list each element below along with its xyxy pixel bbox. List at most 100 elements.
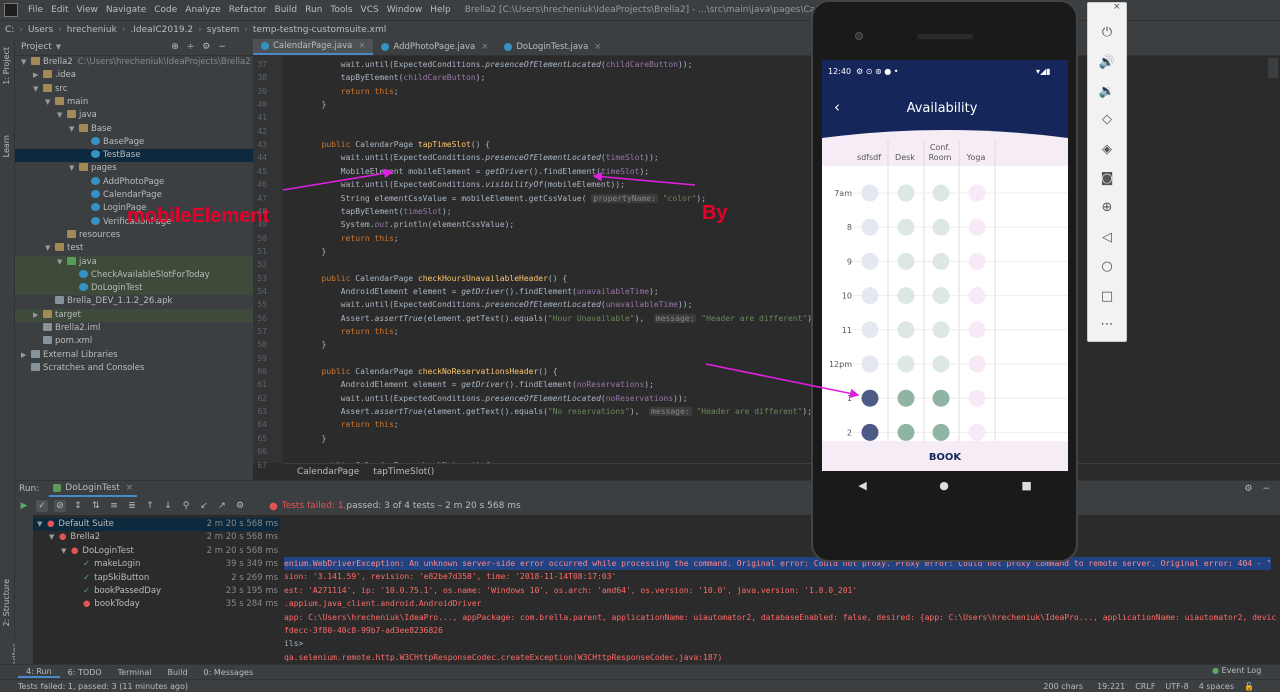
camera-icon[interactable]: ◙ <box>1097 169 1117 189</box>
nav-home-icon[interactable]: ● <box>939 479 949 492</box>
time-slot[interactable] <box>897 218 915 236</box>
project-tree-item[interactable]: AddPhotoPage <box>15 176 253 189</box>
time-slot[interactable] <box>932 355 950 373</box>
tree-expand-icon[interactable]: ▶ <box>33 309 43 322</box>
power-icon[interactable]: ⏻ <box>1097 23 1117 43</box>
editor-tab[interactable]: CalendarPage.java × <box>253 39 374 55</box>
project-tree-item[interactable]: TestBase <box>15 149 253 163</box>
project-view-selector[interactable]: Project <box>21 42 52 52</box>
tool-tab-learn[interactable]: Learn <box>2 135 11 157</box>
volume-down-icon[interactable]: 🔉 <box>1097 82 1117 102</box>
time-slot[interactable] <box>968 184 986 202</box>
locate-icon[interactable]: ⊕ <box>171 42 179 52</box>
rotate-left-icon[interactable]: ◇ <box>1097 110 1117 130</box>
home-icon[interactable]: ○ <box>1097 257 1117 277</box>
time-slot[interactable] <box>861 184 879 202</box>
time-slot[interactable] <box>932 184 950 202</box>
bottom-tab[interactable]: Build <box>159 668 195 677</box>
project-tree-item[interactable]: ▼ test <box>15 242 253 255</box>
more-icon[interactable]: ⋯ <box>1097 315 1117 335</box>
menu-run[interactable]: Run <box>301 5 326 15</box>
project-tree-item[interactable]: CalendarPage <box>15 189 253 202</box>
previous-failed-icon[interactable]: ↑ <box>144 500 156 512</box>
breadcrumb-item[interactable]: Users <box>23 25 58 35</box>
time-slot[interactable] <box>861 321 879 339</box>
project-tree-item[interactable]: Brella2.iml <box>15 322 253 335</box>
code-breadcrumb-method[interactable]: tapTimeSlot() <box>373 467 434 477</box>
rotate-right-icon[interactable]: ◈ <box>1097 140 1117 160</box>
gear-icon[interactable]: ⚙ <box>234 500 246 512</box>
time-slot[interactable] <box>861 218 879 236</box>
test-result-row[interactable]: ✓ makeLogin 39 s 349 ms <box>33 558 280 571</box>
time-slot[interactable] <box>968 423 986 441</box>
lock-icon[interactable]: 🔓 <box>1244 682 1254 691</box>
menu-build[interactable]: Build <box>271 5 302 15</box>
close-icon[interactable]: × <box>594 42 601 52</box>
project-tree-item[interactable]: ▶ .idea <box>15 69 253 82</box>
collapse-all-icon[interactable]: ≣ <box>126 500 138 512</box>
hide-icon[interactable]: − <box>218 42 226 52</box>
tool-tab-project[interactable]: 1: Project <box>2 47 11 85</box>
tree-expand-icon[interactable]: ▼ <box>21 56 31 69</box>
status-encoding[interactable]: UTF-8 <box>1165 682 1188 691</box>
tree-expand-icon[interactable]: ▼ <box>69 162 79 175</box>
tree-expand-icon[interactable]: ▼ <box>33 83 43 96</box>
menu-tools[interactable]: Tools <box>326 5 356 15</box>
time-slot[interactable] <box>897 389 915 407</box>
close-icon[interactable]: × <box>358 41 365 51</box>
time-slot[interactable] <box>897 184 915 202</box>
menu-view[interactable]: View <box>73 5 102 15</box>
event-log-tab[interactable]: ● Event Log <box>1212 666 1261 675</box>
show-ignored-icon[interactable]: ⊘ <box>54 500 66 512</box>
time-slot[interactable] <box>897 423 915 441</box>
back-arrow-icon[interactable]: ‹ <box>834 98 840 116</box>
test-result-row[interactable]: ● bookToday 35 s 284 ms <box>33 598 280 611</box>
time-slot[interactable] <box>861 355 879 373</box>
time-slot[interactable] <box>861 287 879 305</box>
time-slot[interactable] <box>968 389 986 407</box>
expand-all-icon[interactable]: ≡ <box>108 500 120 512</box>
project-tree-item[interactable]: pom.xml <box>15 335 253 348</box>
sort-duration-icon[interactable]: ⇅ <box>90 500 102 512</box>
tree-expand-icon[interactable]: ▼ <box>57 109 67 122</box>
bottom-tab[interactable]: 0: Messages <box>196 668 262 677</box>
time-slot[interactable] <box>861 389 879 407</box>
import-tests-icon[interactable]: ↙ <box>198 500 210 512</box>
back-icon[interactable]: ◁ <box>1097 228 1117 248</box>
menu-navigate[interactable]: Navigate <box>102 5 150 15</box>
menu-analyze[interactable]: Analyze <box>181 5 224 15</box>
project-tree-item[interactable]: ▼ java <box>15 109 253 122</box>
time-slot[interactable] <box>968 321 986 339</box>
time-slot[interactable] <box>932 252 950 270</box>
search-icon[interactable]: ⚲ <box>180 500 192 512</box>
tree-expand-icon[interactable]: ▼ <box>57 256 67 269</box>
time-slot[interactable] <box>932 218 950 236</box>
project-tree-item[interactable]: Scratches and Consoles <box>15 362 253 375</box>
test-result-row[interactable]: ▼ ● Default Suite 2 m 20 s 568 ms <box>33 518 280 531</box>
project-tree-item[interactable]: ▼ src <box>15 83 253 96</box>
menu-window[interactable]: Window <box>383 5 427 15</box>
rerun-icon[interactable]: ▶ <box>18 500 30 512</box>
nav-recents-icon[interactable]: ■ <box>1021 479 1031 492</box>
menu-vcs[interactable]: VCS <box>357 5 383 15</box>
status-line-separator[interactable]: CRLF <box>1135 682 1155 691</box>
project-tree-item[interactable]: CheckAvailableSlotForToday <box>15 268 253 282</box>
time-slot[interactable] <box>897 355 915 373</box>
breadcrumb-item[interactable]: system <box>202 25 245 35</box>
time-slot[interactable] <box>897 287 915 305</box>
tool-tab-maven[interactable] <box>1268 58 1278 78</box>
code-editor[interactable]: wait.until(ExpectedConditions.presenceOf… <box>283 56 1280 470</box>
next-failed-icon[interactable]: ↓ <box>162 500 174 512</box>
menu-file[interactable]: File <box>24 5 47 15</box>
zoom-icon[interactable]: ⊕ <box>1097 198 1117 218</box>
project-tree-item[interactable]: DoLoginTest <box>15 282 253 296</box>
sort-alpha-icon[interactable]: ↕ <box>72 500 84 512</box>
time-slot[interactable] <box>968 252 986 270</box>
collapse-icon[interactable]: ÷ <box>187 42 195 52</box>
project-tree-item[interactable]: ▶ target <box>15 308 253 322</box>
editor-tab[interactable]: AddPhotoPage.java × <box>373 39 496 55</box>
time-slot[interactable] <box>932 423 950 441</box>
project-tree-item[interactable]: Brella_DEV_1.1.2_26.apk <box>15 295 253 308</box>
project-tree-item[interactable]: BasePage <box>15 136 253 149</box>
book-button[interactable]: BOOK <box>929 452 963 463</box>
